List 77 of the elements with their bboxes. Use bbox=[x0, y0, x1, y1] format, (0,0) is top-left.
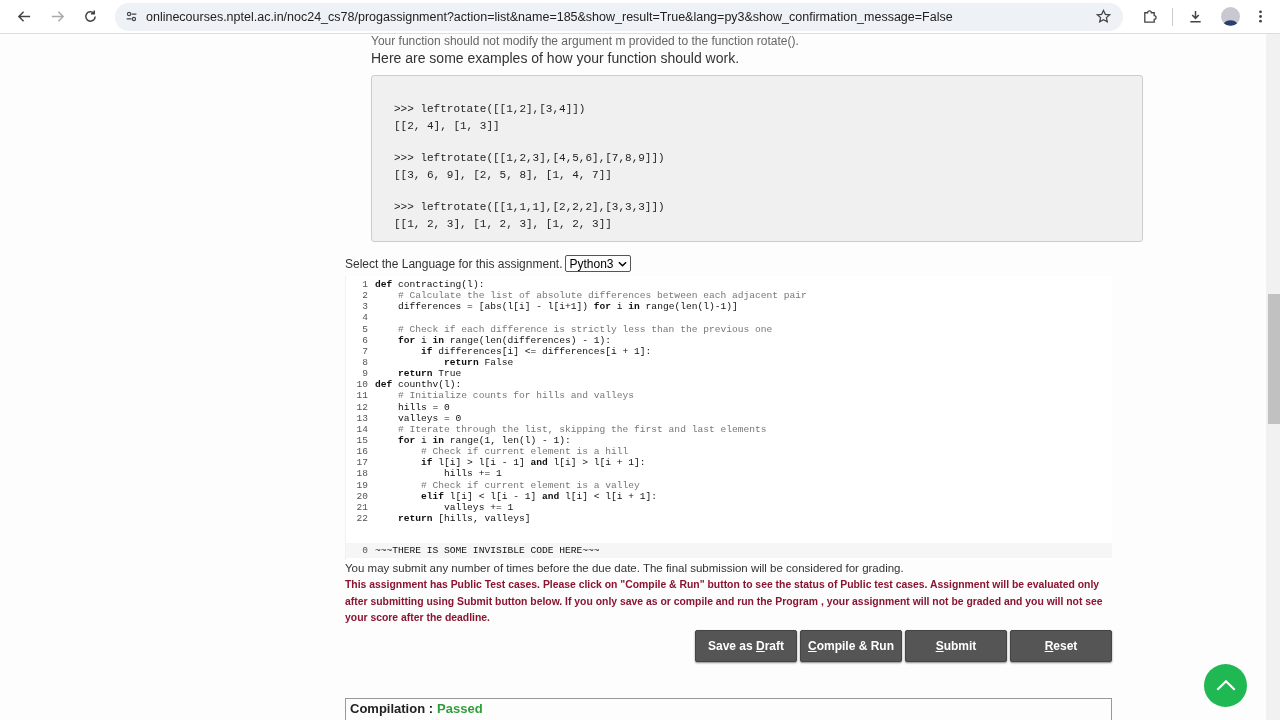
code-line: def counthv(l): bbox=[375, 379, 462, 391]
line-number: 19 bbox=[355, 479, 369, 491]
compilation-status: Passed bbox=[437, 700, 483, 716]
line-number: 16 bbox=[355, 446, 369, 458]
notice-text: You may submit any number of times before the due date. The final submission will be considered for grading. bbox=[345, 561, 905, 577]
line-number: 20 bbox=[355, 490, 369, 502]
code-comment: # Iterate through the list, skipping the first and last elements bbox=[397, 423, 767, 435]
line-number: 8 bbox=[361, 357, 369, 369]
line-number: 10 bbox=[355, 379, 369, 391]
scrollbar[interactable] bbox=[1266, 34, 1280, 720]
example-call: >>> leftrotate([[1,2],[3,4]]) bbox=[394, 102, 587, 117]
chevron-down-icon bbox=[617, 260, 627, 267]
code-line: differences = [abs(l[i] - l[i+1]) for i in range(len(l)-1)] bbox=[397, 301, 738, 313]
chevron-up-icon bbox=[1214, 679, 1237, 692]
code-line: hills = 0 bbox=[397, 401, 450, 413]
code-line: if differences[i] <= differences[i + 1]: bbox=[420, 345, 652, 357]
line-number: 6 bbox=[361, 334, 369, 346]
back-icon[interactable] bbox=[17, 9, 32, 24]
address-bar[interactable]: onlinecourses.nptel.ac.in/noc24_cs78/progassignment?action=list&name=185&show_result=True&lang=py3&show_confirmation_message=False bbox=[115, 2, 1123, 31]
code-comment: # Initialize counts for hills and valleys bbox=[397, 390, 635, 402]
compilation-label: Compilation : bbox=[350, 700, 434, 716]
line-number: 11 bbox=[355, 390, 369, 402]
code-line: return False bbox=[443, 357, 514, 369]
instruction-text: Your function should not modify the argument m provided to the function rotate(). bbox=[371, 34, 800, 48]
download-icon[interactable] bbox=[1188, 9, 1203, 24]
line-number: 18 bbox=[355, 468, 369, 480]
code-comment: # Calculate the list of absolute differences between each adjacent pair bbox=[397, 290, 807, 302]
example-result: [[3, 6, 9], [2, 5, 8], [1, 4, 7]] bbox=[394, 167, 613, 183]
line-number: 14 bbox=[355, 423, 369, 435]
bookmark-star-icon[interactable] bbox=[1096, 9, 1111, 24]
extensions-icon[interactable] bbox=[1142, 9, 1157, 24]
action-button[interactable]: Save as Draft bbox=[695, 629, 797, 662]
line-number: 1 bbox=[361, 279, 369, 291]
code-line: if l[i] > l[i - 1] and l[i] > l[i + 1]: bbox=[420, 457, 646, 469]
line-number: 22 bbox=[355, 513, 369, 524]
code-comment: # Check if current element is a valley bbox=[420, 479, 640, 491]
example-result: [[2, 4], [1, 3]] bbox=[394, 118, 501, 134]
code-line: valleys += 1 bbox=[443, 501, 514, 513]
line-number: 4 bbox=[361, 312, 369, 324]
code-comment: # Check if each difference is strictly less than the previous one bbox=[397, 323, 773, 335]
code-line: elif l[i] < l[i - 1] and l[i] < l[i + 1]: bbox=[420, 490, 658, 502]
code-comment: # Check if current element is a hill bbox=[420, 446, 629, 458]
action-button[interactable]: Compile & Run bbox=[800, 629, 902, 662]
line-number: 15 bbox=[355, 435, 369, 447]
line-number: 9 bbox=[361, 368, 369, 380]
code-line: for i in range(len(differences) - 1): bbox=[397, 334, 612, 346]
action-button[interactable]: Submit bbox=[905, 629, 1007, 662]
code-line: hills += 1 bbox=[443, 468, 502, 480]
example-result: [[1, 2, 3], [1, 2, 3], [1, 2, 3]] bbox=[394, 216, 613, 232]
code-line: ~~~THERE IS SOME INVISIBLE CODE HERE~~~ bbox=[375, 545, 600, 557]
code-line: return True bbox=[397, 368, 462, 380]
action-button[interactable]: Reset bbox=[1010, 629, 1112, 662]
reload-icon[interactable] bbox=[83, 9, 98, 24]
warning-text: This assignment has Public Test cases. Please click on "Compile & Run" button to see the status of Public test cases. Assignment will be evaluated only after submitting using Submit button below. If you only save as or compile and run the Program , your assignment will not be graded and you will not see your score after the deadline. bbox=[345, 578, 1104, 626]
code-line: def contracting(l): bbox=[375, 279, 485, 291]
code-line: for i in range(1, len(l) - 1): bbox=[397, 435, 571, 447]
code-line: valleys = 0 bbox=[397, 412, 462, 424]
line-number: 7 bbox=[361, 345, 369, 357]
line-number: 13 bbox=[355, 412, 369, 424]
example-call: >>> leftrotate([[1,2,3],[4,5,6],[7,8,9]]) bbox=[394, 151, 666, 166]
example-call: >>> leftrotate([[1,1,1],[2,2,2],[3,3,3]]) bbox=[394, 200, 666, 215]
scroll-to-top-button[interactable] bbox=[1204, 664, 1247, 707]
line-number: 3 bbox=[361, 301, 369, 313]
language-label: Select the Language for this assignment. bbox=[345, 256, 563, 271]
examples-heading: Here are some examples of how your function should work. bbox=[371, 49, 741, 68]
language-select[interactable]: Python3 bbox=[565, 255, 631, 272]
menu-icon[interactable] bbox=[1258, 9, 1263, 24]
url-text: onlinecourses.nptel.ac.in/noc24_cs78/progassignment?action=list&name=185&show_result=True&lang=py3&show_confirmation_message=False bbox=[146, 9, 954, 24]
line-number: 21 bbox=[355, 501, 369, 513]
code-line: return [hills, valleys] bbox=[397, 513, 531, 524]
line-number: 17 bbox=[355, 457, 369, 469]
line-number: 12 bbox=[355, 401, 369, 413]
site-settings-icon[interactable] bbox=[125, 10, 138, 23]
line-number: 5 bbox=[361, 323, 369, 335]
line-number: 2 bbox=[361, 290, 369, 302]
line-number: 0 bbox=[361, 545, 369, 557]
profile-avatar-icon[interactable] bbox=[1221, 7, 1240, 26]
